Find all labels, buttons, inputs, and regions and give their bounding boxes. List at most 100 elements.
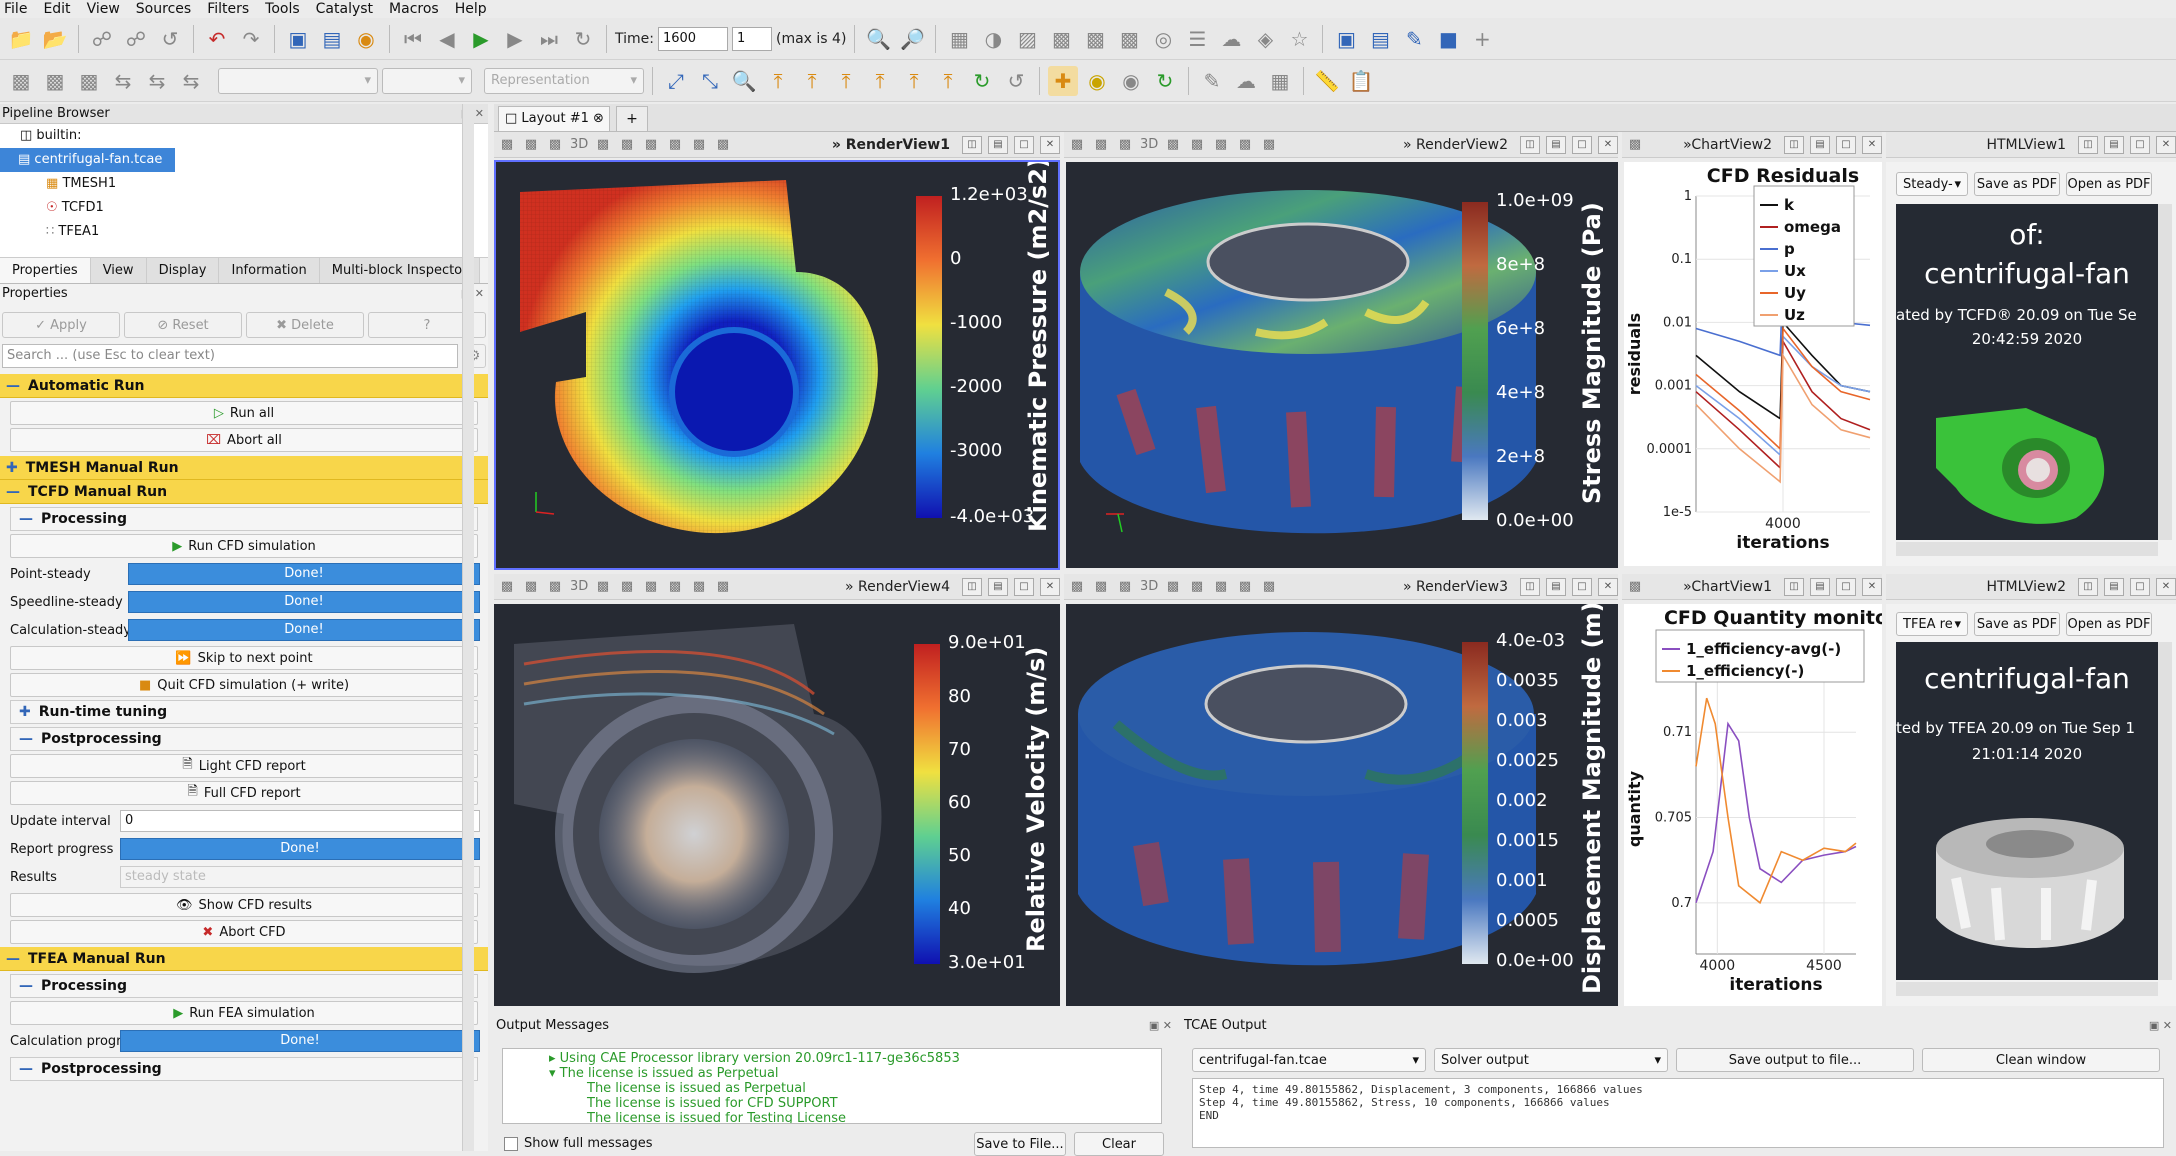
group-datasets-icon[interactable]: ◈ <box>1250 24 1280 54</box>
pick-center-icon-2[interactable]: ↻ <box>1150 66 1180 96</box>
maximize-button[interactable]: □ <box>1836 135 1856 154</box>
palette-icon[interactable]: ◉ <box>351 24 381 54</box>
delete-button[interactable]: ✖ Delete <box>246 312 364 338</box>
clear-button[interactable]: Clear <box>1074 1132 1164 1156</box>
tcae-icon-3[interactable]: ✎ <box>1399 24 1429 54</box>
menu-catalyst[interactable]: Catalyst <box>316 0 373 18</box>
renderview2-canvas[interactable]: 1.0e+09 8e+8 6e+8 4e+8 2e+8 0.0e+00 Stre… <box>1066 162 1618 568</box>
capture-icon[interactable]: ▩ <box>498 579 516 594</box>
save-to-file-button[interactable]: Save to File... <box>974 1132 1066 1156</box>
time-step-spinbox[interactable]: 1 <box>731 26 772 51</box>
select-icon[interactable]: ▩ <box>690 137 708 152</box>
split-vertical-button[interactable]: ▤ <box>1810 135 1830 154</box>
view-tool-icon[interactable]: ▩ <box>1092 579 1110 594</box>
select-icon[interactable]: ▩ <box>666 137 684 152</box>
zoom-icon[interactable]: ▩ <box>1164 137 1182 152</box>
output-mode-select[interactable]: Solver output ▾ <box>1434 1048 1668 1072</box>
update-interval-input[interactable]: 0 <box>120 810 480 832</box>
capture-icon[interactable]: ▩ <box>1626 137 1644 152</box>
automatic-run-section[interactable]: — Automatic Run <box>0 374 488 398</box>
output-messages-log[interactable]: ▸ Using CAE Processor library version 20… <box>502 1048 1162 1124</box>
split-vertical-button[interactable]: ▤ <box>2104 135 2124 154</box>
htmlview2-scrollbar[interactable] <box>2158 642 2172 980</box>
maximize-button[interactable]: □ <box>1836 577 1856 596</box>
split-vertical-button[interactable]: ▤ <box>1546 577 1566 596</box>
select-icon[interactable]: ▩ <box>1260 579 1278 594</box>
view-tool-icon[interactable]: ▩ <box>522 579 540 594</box>
view-tool-icon[interactable]: ▩ <box>546 137 564 152</box>
select-icon[interactable]: ▩ <box>1188 137 1206 152</box>
3d-toggle[interactable]: 3D <box>1140 137 1158 152</box>
select-icon[interactable]: ▩ <box>642 137 660 152</box>
menu-edit[interactable]: Edit <box>43 0 70 18</box>
show-full-messages-checkbox[interactable] <box>504 1136 518 1151</box>
abort-all-button[interactable]: ⌧ Abort all <box>10 428 478 452</box>
representation-select[interactable]: Representation ▾ <box>484 67 644 94</box>
tmesh-section[interactable]: ✚ TMESH Manual Run <box>0 456 488 480</box>
menu-view[interactable]: View <box>87 0 120 18</box>
split-vertical-button[interactable]: ▤ <box>988 577 1008 596</box>
pipeline-item-tmesh1[interactable]: ▦ TMESH1 <box>0 172 488 196</box>
next-frame-icon[interactable]: ▶ <box>500 24 530 54</box>
first-frame-icon[interactable]: ⏮ <box>398 24 428 54</box>
open-folder-icon[interactable]: 📁 <box>6 24 36 54</box>
contour-icon[interactable]: ◑ <box>978 24 1008 54</box>
menu-macros[interactable]: Macros <box>389 0 439 18</box>
plus-icon[interactable]: + <box>1467 24 1497 54</box>
zoom-icon[interactable]: ▩ <box>1164 579 1182 594</box>
save-as-pdf-button[interactable]: Save as PDF <box>1974 172 2060 196</box>
select-icon[interactable]: ▩ <box>1212 579 1230 594</box>
camera-icon[interactable]: ▤ <box>317 24 347 54</box>
view-tool-icon[interactable]: ▩ <box>546 579 564 594</box>
report-select[interactable]: TFEA re ▾ <box>1896 612 1968 636</box>
close-view-button[interactable]: ✕ <box>1040 135 1060 154</box>
runtime-tuning-subsection[interactable]: ✚ Run-time tuning <box>10 700 478 724</box>
zoom-icon[interactable]: 🔍 <box>863 24 893 54</box>
split-horizontal-button[interactable]: ◫ <box>962 135 982 154</box>
center-axes-icon[interactable]: ✚ <box>1048 65 1078 96</box>
toolbar2-icon-4[interactable]: ⇆ <box>108 66 138 96</box>
menu-help[interactable]: Help <box>455 0 487 18</box>
view-tool-icon[interactable]: ▩ <box>1092 137 1110 152</box>
select-icon[interactable]: ▩ <box>1260 137 1278 152</box>
float-close-icon[interactable]: ▣ ✕ <box>1149 1016 1176 1036</box>
rotate-90-ccw-icon[interactable]: ↺ <box>1001 66 1031 96</box>
toolbar2-icon-3[interactable]: ▩ <box>74 66 104 96</box>
split-horizontal-button[interactable]: ◫ <box>1784 135 1804 154</box>
tcfd-section[interactable]: — TCFD Manual Run <box>0 480 488 504</box>
renderview4-canvas[interactable]: 9.0e+01 80 70 60 50 40 3.0e+01 Relative … <box>494 604 1060 1006</box>
open-as-pdf-button[interactable]: Open as PDF <box>2066 172 2152 196</box>
residuals-chart[interactable]: CFD Residuals 1 0.1 0.01 0.001 0.0001 1e-5 4000… <box>1624 162 1882 566</box>
split-horizontal-button[interactable]: ◫ <box>2078 577 2098 596</box>
ruler-icon[interactable]: 📏 <box>1312 66 1342 96</box>
select-icon[interactable]: ▩ <box>666 579 684 594</box>
htmlview2-content[interactable]: centrifugal-fan ted by TFEA 20.09 on Tue… <box>1896 642 2158 980</box>
htmlview1-content[interactable]: of: centrifugal-fan ated by TCFD® 20.09 … <box>1896 204 2158 540</box>
run-cfd-button[interactable]: ▶ Run CFD simulation <box>10 534 478 558</box>
report-select[interactable]: Steady- ▾ <box>1896 172 1968 196</box>
toolbar2-icon-5[interactable]: ⇆ <box>142 66 172 96</box>
3d-toggle[interactable]: 3D <box>570 579 588 594</box>
run-fea-button[interactable]: ▶ Run FEA simulation <box>10 1001 478 1025</box>
warp-icon[interactable]: ☁ <box>1216 24 1246 54</box>
close-view-button[interactable]: ✕ <box>1598 577 1618 596</box>
skip-next-point-button[interactable]: ⏩ Skip to next point <box>10 646 478 670</box>
stream-tracer-icon[interactable]: ☰ <box>1182 24 1212 54</box>
quantity-chart[interactable]: CFD Quantity monito 0.71 0.705 0.7 4000 4500 i… <box>1624 604 1882 1006</box>
split-vertical-button[interactable]: ▤ <box>1810 577 1830 596</box>
split-horizontal-button[interactable]: ◫ <box>1784 577 1804 596</box>
close-view-button[interactable]: ✕ <box>1598 135 1618 154</box>
zoom-icon[interactable]: ▩ <box>594 137 612 152</box>
view-plus-x-icon[interactable]: ⤒ <box>763 66 793 96</box>
split-horizontal-button[interactable]: ◫ <box>1520 135 1540 154</box>
maximize-button[interactable]: □ <box>1014 577 1034 596</box>
tcae-file-select[interactable]: centrifugal-fan.tcae ▾ <box>1192 1048 1426 1072</box>
run-all-button[interactable]: ▷ Run all <box>10 401 478 425</box>
loop-icon[interactable]: ↻ <box>568 24 598 54</box>
extract-subset-icon[interactable]: ▩ <box>1114 24 1144 54</box>
play-icon[interactable]: ▶ <box>466 24 496 54</box>
maximize-button[interactable]: □ <box>1572 135 1592 154</box>
menu-sources[interactable]: Sources <box>136 0 191 18</box>
clipboard-icon[interactable]: 📋 <box>1346 66 1376 96</box>
quit-cfd-button[interactable]: ■ Quit CFD simulation (+ write) <box>10 673 478 697</box>
